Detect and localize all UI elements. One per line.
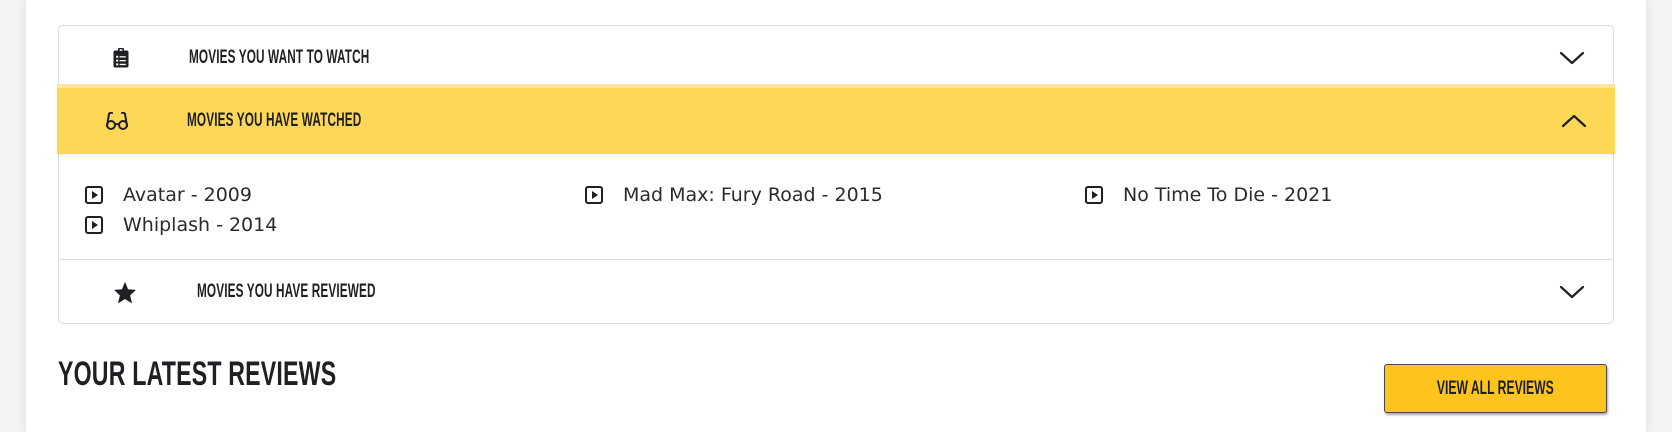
accordion-label: Movies you want to watch [189, 47, 370, 68]
latest-reviews-heading: Your latest reviews [58, 355, 337, 393]
accordion-header-want-to-watch[interactable]: Movies you want to watch [59, 26, 1613, 90]
list-item[interactable]: Whiplash - 2014 [85, 214, 277, 236]
movie-title: Whiplash - 2014 [123, 214, 278, 236]
list-item[interactable]: Mad Max: Fury Road - 2015 [585, 184, 883, 206]
play-square-icon [85, 216, 103, 234]
chevron-down-icon [1559, 284, 1585, 300]
play-square-icon [85, 186, 103, 204]
movie-title: Avatar - 2009 [123, 184, 252, 206]
view-all-reviews-button[interactable]: View all reviews [1384, 364, 1607, 413]
movie-title: No Time To Die - 2021 [1123, 184, 1333, 206]
play-square-icon [585, 186, 603, 204]
movie-lists-accordion: Movies you want to watch Movies you have… [57, 25, 1615, 324]
accordion-header-reviewed[interactable]: Movies you have reviewed [59, 260, 1613, 324]
clipboard-list-icon [107, 44, 135, 72]
accordion-label: Movies you have reviewed [197, 281, 376, 302]
play-square-icon [1085, 186, 1103, 204]
button-label: View all reviews [1437, 377, 1554, 399]
accordion-label: Movies you have watched [187, 110, 362, 131]
movie-title: Mad Max: Fury Road - 2015 [623, 184, 883, 206]
list-item[interactable]: No Time To Die - 2021 [1085, 184, 1332, 206]
watched-movies-list: Avatar - 2009 Mad Max: Fury Road - 2015 … [60, 160, 1612, 260]
accordion-header-watched[interactable]: Movies you have watched [57, 88, 1615, 154]
chevron-down-icon [1559, 50, 1585, 66]
chevron-up-icon [1561, 113, 1587, 129]
glasses-icon [103, 107, 131, 135]
star-icon [111, 278, 139, 306]
list-item[interactable]: Avatar - 2009 [85, 184, 252, 206]
